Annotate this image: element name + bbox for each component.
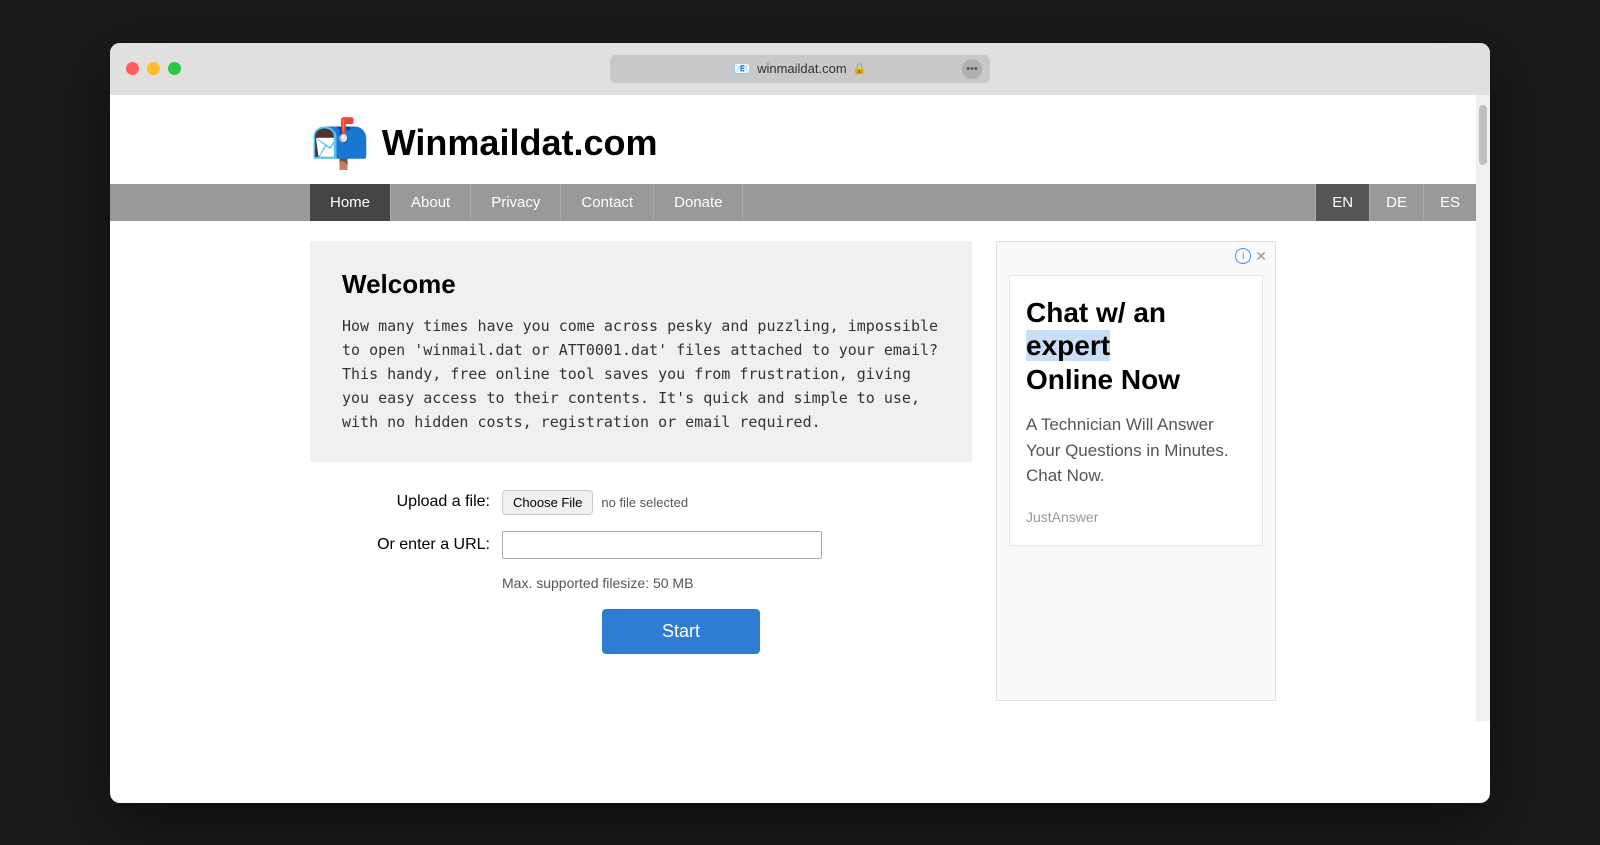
lang-de[interactable]: DE bbox=[1369, 184, 1423, 221]
main-nav: Home About Privacy Contact Donate EN DE … bbox=[110, 184, 1476, 221]
nav-spacer bbox=[743, 184, 1315, 221]
maximize-button[interactable] bbox=[168, 62, 181, 75]
nav-item-privacy[interactable]: Privacy bbox=[471, 184, 561, 221]
lang-en[interactable]: EN bbox=[1315, 184, 1369, 221]
scrollbar-thumb[interactable] bbox=[1479, 105, 1487, 165]
minimize-button[interactable] bbox=[147, 62, 160, 75]
favicon-icon: 📧 bbox=[734, 60, 751, 77]
ad-body: A Technician Will Answer Your Questions … bbox=[1026, 412, 1246, 489]
address-bar[interactable]: 📧 winmaildat.com 🔒 ••• bbox=[610, 55, 990, 83]
nav-item-contact[interactable]: Contact bbox=[561, 184, 654, 221]
language-group: EN DE ES bbox=[1315, 184, 1476, 221]
url-input[interactable] bbox=[502, 531, 822, 559]
ad-headline-part3: Online Now bbox=[1026, 364, 1180, 395]
close-button[interactable] bbox=[126, 62, 139, 75]
lang-es[interactable]: ES bbox=[1423, 184, 1476, 221]
ad-headline-part1: Chat w/ an bbox=[1026, 297, 1166, 328]
content-area: Welcome How many times have you come acr… bbox=[310, 241, 972, 654]
ad-close-icon[interactable]: ✕ bbox=[1255, 248, 1267, 265]
file-input-wrapper: Choose File no file selected bbox=[502, 490, 688, 515]
site-logo-icon: 📬 bbox=[310, 115, 370, 172]
ad-headline-part2: expert bbox=[1026, 330, 1110, 361]
lock-icon: 🔒 bbox=[853, 62, 867, 75]
start-button[interactable]: Start bbox=[602, 609, 760, 654]
title-bar: 📧 winmaildat.com 🔒 ••• bbox=[110, 43, 1490, 95]
nav-item-home[interactable]: Home bbox=[310, 184, 391, 221]
address-text: winmaildat.com bbox=[757, 61, 847, 76]
ad-content: Chat w/ an expert Online Now A Technicia… bbox=[1009, 275, 1263, 546]
max-size-text: Max. supported filesize: 50 MB bbox=[502, 575, 972, 591]
welcome-text: How many times have you come across pesk… bbox=[342, 314, 940, 434]
start-btn-wrapper: Start bbox=[390, 609, 972, 654]
url-row: Or enter a URL: bbox=[330, 531, 972, 559]
upload-label: Upload a file: bbox=[330, 493, 490, 511]
upload-row: Upload a file: Choose File no file selec… bbox=[330, 490, 972, 515]
ad-sidebar: i ✕ Chat w/ an expert Online Now A Techn… bbox=[996, 241, 1276, 701]
nav-item-donate[interactable]: Donate bbox=[654, 184, 743, 221]
main-layout: Welcome How many times have you come acr… bbox=[110, 221, 1476, 721]
more-options-button[interactable]: ••• bbox=[962, 59, 982, 79]
nav-item-about[interactable]: About bbox=[391, 184, 471, 221]
welcome-title: Welcome bbox=[342, 269, 940, 300]
browser-window: 📧 winmaildat.com 🔒 ••• 📬 Winmaildat.com … bbox=[110, 43, 1490, 803]
no-file-text: no file selected bbox=[601, 495, 688, 510]
ad-source: JustAnswer bbox=[1026, 509, 1246, 525]
scrollbar[interactable] bbox=[1476, 95, 1490, 721]
upload-form: Upload a file: Choose File no file selec… bbox=[310, 490, 972, 654]
choose-file-button[interactable]: Choose File bbox=[502, 490, 593, 515]
ad-top-bar: i ✕ bbox=[997, 242, 1275, 271]
site-title: Winmaildat.com bbox=[382, 122, 658, 164]
url-label: Or enter a URL: bbox=[330, 536, 490, 554]
ad-info-icon[interactable]: i bbox=[1235, 248, 1251, 264]
welcome-box: Welcome How many times have you come acr… bbox=[310, 241, 972, 462]
site-header: 📬 Winmaildat.com bbox=[110, 95, 1476, 172]
ad-headline: Chat w/ an expert Online Now bbox=[1026, 296, 1246, 397]
